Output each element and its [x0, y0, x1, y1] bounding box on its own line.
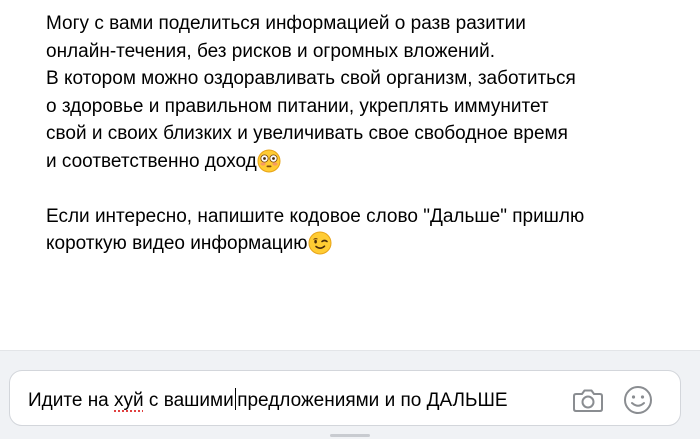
camera-button[interactable] — [571, 383, 605, 417]
message-line: Если интересно, напишите кодовое слово "… — [46, 205, 585, 227]
home-indicator — [330, 434, 370, 437]
message-line: В котором можно оздоравливать свой орган… — [46, 68, 576, 89]
incoming-message: Могу с вами поделиться информацией о раз… — [46, 10, 656, 258]
emoji-button[interactable] — [621, 383, 655, 417]
message-line-with-emoji: и соответственно доход — [46, 148, 656, 176]
flushed-face-emoji-icon — [257, 149, 281, 173]
message-line-with-emoji: короткую видео информацию — [46, 230, 656, 258]
misspelled-word[interactable]: хуй — [114, 390, 144, 411]
input-text-end: предложениями и по ДАЛЬШЕ — [237, 390, 508, 411]
message-input[interactable]: Идите на хуй с вашими предложениями и по … — [28, 388, 508, 412]
smiley-icon — [621, 383, 655, 417]
message-line: свой и своих близких и увеличивать свое … — [46, 123, 568, 144]
message-line: о здоровье и правильном питании, укрепля… — [46, 95, 549, 117]
message-line-text: короткую видео информацию — [46, 233, 308, 254]
message-line: Могу с вами поделиться информацией о раз… — [46, 13, 526, 34]
camera-icon — [571, 383, 605, 417]
message-line-text: и соответственно доход — [46, 150, 257, 172]
message-line: онлайн-течения, без рисков и огромных вл… — [46, 40, 496, 62]
winking-face-emoji-icon — [308, 231, 332, 255]
chat-area: Могу с вами поделиться информацией о раз… — [0, 0, 700, 350]
text-cursor — [234, 388, 237, 410]
input-text-start: Идите на — [28, 390, 115, 411]
input-text-middle: с вашими — [143, 390, 234, 411]
